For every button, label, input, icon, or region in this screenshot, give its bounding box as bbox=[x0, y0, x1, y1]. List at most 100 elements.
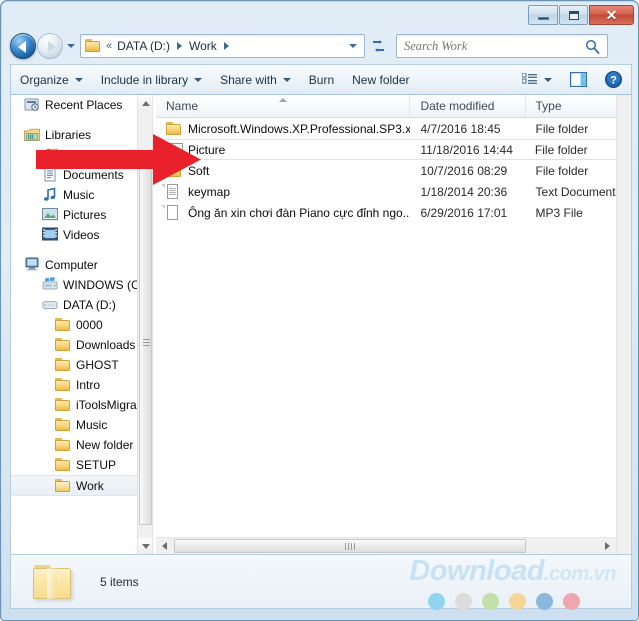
windows-drive-icon bbox=[42, 277, 58, 293]
table-row[interactable]: keymap 1/18/2014 20:36 Text Document bbox=[156, 181, 631, 202]
breadcrumb-overflow-icon[interactable]: « bbox=[106, 40, 112, 52]
sidebar-item-apps[interactable]: Apps bbox=[11, 145, 147, 165]
search-icon[interactable] bbox=[585, 39, 600, 54]
column-header-name[interactable]: Name bbox=[156, 95, 411, 118]
file-date-cell: 4/7/2016 18:45 bbox=[420, 121, 501, 136]
sidebar-item-label: Apps bbox=[63, 148, 91, 162]
change-view-button[interactable] bbox=[513, 65, 561, 94]
search-input[interactable] bbox=[404, 36, 585, 56]
sidebar-item-pictures[interactable]: Pictures bbox=[11, 205, 147, 225]
help-icon: ? bbox=[605, 71, 622, 88]
folder-icon bbox=[55, 357, 71, 373]
toolbar-burn-button[interactable]: Burn bbox=[300, 65, 343, 94]
scroll-left-button[interactable] bbox=[156, 538, 173, 554]
folder-icon bbox=[55, 397, 71, 413]
sidebar-item-computer[interactable]: Computer bbox=[11, 255, 147, 275]
sidebar-item-work[interactable]: Work bbox=[11, 475, 147, 496]
table-row[interactable]: Ông ăn xin chơi đàn Piano cực đỉnh ngo..… bbox=[156, 202, 631, 223]
file-list-vertical-scrollbar[interactable] bbox=[616, 95, 631, 554]
sidebar-item-label: Libraries bbox=[45, 128, 92, 142]
scroll-up-button[interactable] bbox=[138, 95, 152, 111]
recent-pages-button[interactable] bbox=[63, 33, 78, 59]
chevron-down-icon bbox=[349, 44, 357, 48]
help-button[interactable]: ? bbox=[596, 65, 631, 94]
maximize-button[interactable] bbox=[559, 5, 588, 25]
sidebar-item-ghost[interactable]: GHOST bbox=[11, 355, 147, 375]
sidebar-item-windows-c[interactable]: WINDOWS (C: bbox=[11, 275, 147, 295]
sidebar-item-label: Music bbox=[76, 418, 108, 432]
address-dropdown-button[interactable] bbox=[349, 44, 357, 48]
sidebar-item-0000[interactable]: 0000 bbox=[11, 315, 147, 335]
breadcrumb-separator-icon[interactable] bbox=[177, 42, 183, 50]
table-row[interactable]: Microsoft.Windows.XP.Professional.SP3.x.… bbox=[156, 118, 631, 139]
sidebar-item-intro[interactable]: Intro bbox=[11, 375, 147, 395]
sidebar-item-label: Downloads bbox=[76, 338, 136, 352]
table-row[interactable]: Soft 10/7/2016 08:29 File folder bbox=[156, 160, 631, 181]
file-date-cell: 6/29/2016 17:01 bbox=[420, 205, 508, 220]
sort-ascending-icon bbox=[278, 97, 287, 102]
toolbar-new-folder-button[interactable]: New folder bbox=[343, 65, 418, 94]
chevron-down-icon bbox=[74, 77, 83, 82]
file-name-cell: Soft bbox=[156, 163, 410, 179]
sidebar-item-videos[interactable]: Videos bbox=[11, 225, 147, 245]
address-bar[interactable]: « DATA (D:) Work bbox=[80, 34, 365, 58]
file-name-label: keymap bbox=[188, 184, 231, 199]
folder-icon bbox=[55, 417, 71, 433]
breadcrumb-item-work[interactable]: Work bbox=[187, 38, 219, 54]
sidebar-item-documents[interactable]: Documents bbox=[11, 165, 147, 185]
sidebar-item-itoolsmigrate[interactable]: iToolsMigrat bbox=[11, 395, 147, 415]
scrollbar-thumb[interactable] bbox=[174, 539, 526, 553]
libraries-icon bbox=[24, 127, 40, 143]
sidebar-item-downloads[interactable]: Downloads bbox=[11, 335, 147, 355]
forward-button[interactable] bbox=[37, 33, 63, 59]
close-button[interactable]: ✕ bbox=[589, 5, 634, 25]
sidebar-item-data-d[interactable]: DATA (D:) bbox=[11, 295, 147, 315]
folder-icon bbox=[166, 121, 182, 137]
sidebar-item-libraries[interactable]: Libraries bbox=[11, 125, 147, 145]
title-bar[interactable]: ✕ bbox=[1, 1, 639, 29]
folder-icon bbox=[55, 457, 71, 473]
sidebar-item-label: Recent Places bbox=[45, 98, 123, 112]
toolbar-organize-button[interactable]: Organize bbox=[11, 65, 92, 94]
sidebar-item-label: 0000 bbox=[76, 318, 103, 332]
sidebar-item-music-folder[interactable]: Music bbox=[11, 415, 147, 435]
sidebar-item-new-folder[interactable]: New folder ( bbox=[11, 435, 147, 455]
svg-text:?: ? bbox=[610, 74, 617, 86]
preview-pane-button[interactable] bbox=[561, 65, 596, 94]
toolbar-include-in-library-button[interactable]: Include in library bbox=[92, 65, 211, 94]
navigation-pane-scrollbar[interactable] bbox=[137, 95, 152, 554]
explorer-content: Recent Places Libraries Apps Documents M… bbox=[10, 95, 632, 555]
table-row[interactable]: Picture 11/18/2016 14:44 File folder bbox=[156, 139, 631, 160]
file-date-cell: 1/18/2014 20:36 bbox=[420, 184, 508, 199]
file-rows-container: Microsoft.Windows.XP.Professional.SP3.x.… bbox=[156, 118, 631, 223]
file-name-label: Microsoft.Windows.XP.Professional.SP3.x.… bbox=[188, 121, 411, 136]
breadcrumb-item-drive[interactable]: DATA (D:) bbox=[115, 38, 172, 54]
sidebar-item-music[interactable]: Music bbox=[11, 185, 147, 205]
sidebar-item-setup[interactable]: SETUP bbox=[11, 455, 147, 475]
scrollbar-grip-icon bbox=[143, 338, 150, 347]
breadcrumb-separator-icon[interactable] bbox=[223, 42, 229, 50]
file-name-cell: keymap bbox=[156, 183, 410, 200]
scrollbar-thumb[interactable] bbox=[139, 160, 152, 525]
file-list-pane[interactable]: Name Date modified Type Microsoft.Window… bbox=[156, 95, 631, 554]
scrollbar-grip-icon bbox=[345, 542, 355, 550]
refresh-button[interactable] bbox=[366, 34, 390, 58]
sidebar-item-label: Pictures bbox=[63, 208, 107, 222]
file-name-cell: Ông ăn xin chơi đàn Piano cực đỉnh ngo..… bbox=[156, 204, 410, 221]
column-header-date-modified[interactable]: Date modified bbox=[410, 95, 526, 118]
sidebar-item-label: Work bbox=[76, 478, 104, 493]
scroll-down-button[interactable] bbox=[138, 538, 152, 554]
toolbar-share-with-button[interactable]: Share with bbox=[211, 65, 300, 94]
toolbar-right-group: ? bbox=[513, 65, 631, 94]
sidebar-item-label: Videos bbox=[63, 228, 100, 242]
back-button[interactable] bbox=[10, 33, 36, 59]
navigation-pane[interactable]: Recent Places Libraries Apps Documents M… bbox=[11, 95, 152, 554]
search-box[interactable] bbox=[396, 34, 608, 58]
sidebar-item-recent-places[interactable]: Recent Places bbox=[11, 95, 147, 115]
scroll-right-button[interactable] bbox=[599, 538, 616, 554]
file-list-horizontal-scrollbar[interactable] bbox=[156, 537, 616, 554]
file-name-cell: Picture bbox=[157, 142, 410, 158]
minimize-button[interactable] bbox=[528, 5, 558, 25]
chevron-down-icon bbox=[194, 77, 203, 82]
recent-places-icon bbox=[24, 97, 40, 113]
